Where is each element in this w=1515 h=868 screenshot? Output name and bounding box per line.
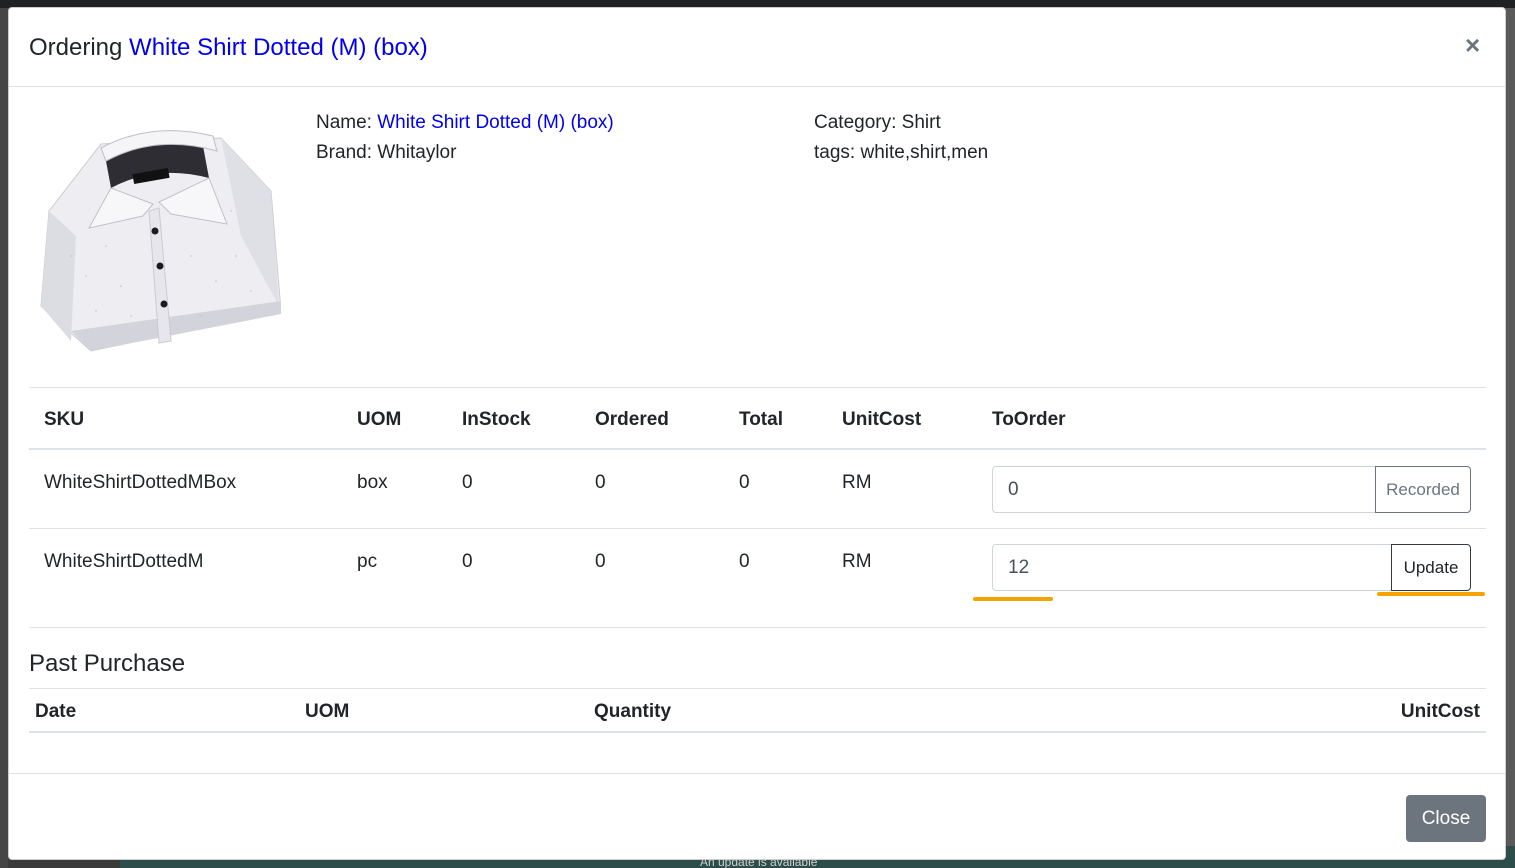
toorder-input[interactable]: 0 [992,466,1376,513]
column-header-ordered: Ordered [595,409,669,430]
column-header-uom: UOM [305,701,350,722]
uom-cell: pc [357,551,378,572]
product-brand-label: Brand: [316,142,372,163]
product-category-label: Category: [814,112,897,133]
table-row: WhiteShirtDottedM pc 0 0 0 RM 12 Update [29,529,1486,628]
column-header-unitcost: UnitCost [842,409,922,430]
toorder-input[interactable]: 12 [992,544,1392,591]
instock-cell: 0 [462,551,473,572]
ordered-cell: 0 [595,472,606,493]
product-category-value: Shirt [901,112,941,133]
update-highlight-underline [1377,592,1485,596]
modal-header: Ordering White Shirt Dotted (M) (box) × [9,8,1505,87]
past-purchase-title: Past Purchase [29,650,186,677]
unitcost-cell: RM [842,472,872,493]
uom-cell: box [357,472,388,493]
column-header-uom: UOM [357,409,402,430]
column-header-toorder: ToOrder [992,409,1066,430]
product-tags-line: tags: white,shirt,men [814,138,988,168]
background-right-strip [1506,8,1515,868]
update-button[interactable]: Update [1391,544,1471,591]
past-purchase-table: Date UOM Quantity UnitCost [29,688,1486,733]
product-info-right: Category: Shirt tags: white,shirt,men [814,108,988,168]
column-header-date: Date [35,701,77,722]
input-highlight-underline [973,597,1053,601]
product-brand-value: Whitaylor [377,142,457,163]
table-row: WhiteShirtDottedMBox box 0 0 0 RM 0 Reco… [29,450,1486,529]
sku-table: SKU UOM InStock Ordered Total UnitCost T… [29,387,1486,628]
modal-title-prefix: Ordering [29,34,123,61]
column-header-unitcost: UnitCost [1400,701,1480,722]
shirt-image [40,130,281,352]
product-name-link[interactable]: White Shirt Dotted (M) (box) [377,112,614,133]
modal-title-product-link[interactable]: White Shirt Dotted (M) (box) [129,34,428,61]
background-left-strip [0,8,8,868]
order-modal: Ordering White Shirt Dotted (M) (box) × [8,7,1506,860]
close-icon[interactable]: × [1465,32,1480,58]
product-name-line: Name: White Shirt Dotted (M) (box) [316,108,614,138]
product-brand-line: Brand: Whitaylor [316,138,614,168]
column-header-sku: SKU [44,409,85,430]
column-header-instock: InStock [462,409,531,430]
product-category-line: Category: Shirt [814,108,988,138]
column-header-quantity: Quantity [594,701,672,722]
product-tags-label: tags: [814,142,856,163]
close-button[interactable]: Close [1406,795,1486,842]
recorded-button[interactable]: Recorded [1375,466,1471,513]
modal-footer: Close [9,773,1505,861]
sku-table-header: SKU UOM InStock Ordered Total UnitCost T… [29,388,1486,450]
total-cell: 0 [739,472,750,493]
column-header-total: Total [739,409,783,430]
product-tags-value: white,shirt,men [860,142,989,163]
sku-cell: WhiteShirtDottedM [44,551,204,572]
total-cell: 0 [739,551,750,572]
modal-title: Ordering White Shirt Dotted (M) (box) [29,33,428,63]
product-name-label: Name: [316,112,372,133]
toorder-input-group: 12 Update [992,544,1471,591]
instock-cell: 0 [462,472,473,493]
toorder-input-group: 0 Recorded [992,466,1471,513]
sku-cell: WhiteShirtDottedMBox [44,472,237,493]
unitcost-cell: RM [842,551,872,572]
ordered-cell: 0 [595,551,606,572]
product-info-left: Name: White Shirt Dotted (M) (box) Brand… [316,108,614,168]
